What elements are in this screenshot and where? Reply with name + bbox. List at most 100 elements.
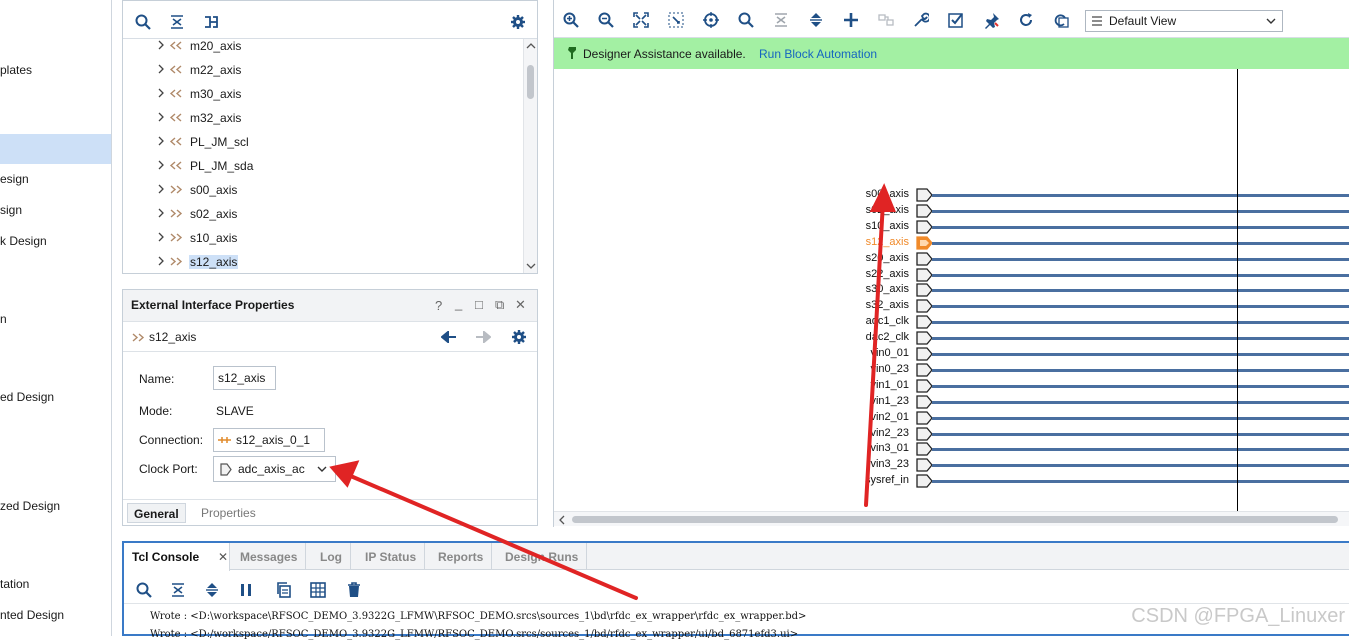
- help-icon[interactable]: ?: [435, 298, 442, 313]
- close-icon[interactable]: ✕: [515, 297, 526, 313]
- port-wire[interactable]: [932, 369, 1349, 372]
- port-adc1-clk[interactable]: adc1_clk: [554, 315, 1349, 329]
- port-wire[interactable]: [932, 210, 1349, 213]
- port-wire[interactable]: [932, 321, 1349, 324]
- tree-item-s12-axis[interactable]: s12_axis: [123, 251, 523, 273]
- flow-item-templates[interactable]: plates: [0, 63, 32, 77]
- scrollbar-thumb[interactable]: [527, 65, 534, 99]
- flow-item-elaborated-design[interactable]: ed Design: [0, 390, 54, 404]
- tree-item-m22-axis[interactable]: m22_axis: [123, 59, 523, 81]
- tab-ip-status[interactable]: IP Status: [357, 543, 425, 570]
- chevron-right-icon[interactable]: [157, 39, 165, 51]
- port-wire[interactable]: [932, 417, 1349, 420]
- chevron-right-icon[interactable]: [157, 207, 165, 219]
- port-vin3-01[interactable]: vin3_01: [554, 442, 1349, 456]
- tab-messages[interactable]: Messages: [232, 543, 306, 570]
- port-vin2-23[interactable]: vin2_23: [554, 427, 1349, 441]
- copy-icon[interactable]: [276, 582, 292, 598]
- zoom-area-icon[interactable]: [668, 12, 684, 28]
- chevron-right-icon[interactable]: [157, 87, 165, 99]
- port-wire[interactable]: [932, 258, 1349, 261]
- forward-arrow-icon[interactable]: [475, 331, 491, 343]
- pause-icon[interactable]: [238, 582, 254, 598]
- float-icon[interactable]: ⧉: [495, 297, 504, 313]
- validate-icon[interactable]: [948, 12, 964, 28]
- expand-all-icon[interactable]: [204, 582, 220, 598]
- port-s02-axis[interactable]: s02_axis: [554, 204, 1349, 218]
- tab-log[interactable]: Log: [312, 543, 351, 570]
- port-wire[interactable]: [932, 274, 1349, 277]
- scrollbar-thumb[interactable]: [572, 516, 1338, 523]
- port-wire[interactable]: [932, 194, 1349, 197]
- chevron-right-icon[interactable]: [157, 159, 165, 171]
- port-vin1-23[interactable]: vin1_23: [554, 395, 1349, 409]
- chevron-down-icon[interactable]: [1266, 18, 1276, 25]
- collapse-all-icon[interactable]: [170, 582, 186, 598]
- tab-reports[interactable]: Reports: [430, 543, 492, 570]
- target-icon[interactable]: [703, 12, 719, 28]
- port-vin1-01[interactable]: vin1_01: [554, 379, 1349, 393]
- view-select[interactable]: Default View: [1085, 10, 1283, 32]
- search-icon[interactable]: [136, 582, 152, 598]
- hierarchy-icon[interactable]: [201, 12, 221, 32]
- flow-item-simulation[interactable]: n: [0, 312, 7, 326]
- port-wire[interactable]: [932, 305, 1349, 308]
- port-vin3-23[interactable]: vin3_23: [554, 458, 1349, 472]
- port-sysref-in[interactable]: sysref_in: [554, 474, 1349, 488]
- port-wire[interactable]: [932, 464, 1349, 467]
- port-vin2-01[interactable]: vin2_01: [554, 411, 1349, 425]
- flow-item-implemented-design[interactable]: nted Design: [0, 608, 64, 622]
- tree-item-s10-axis[interactable]: s10_axis: [123, 227, 523, 249]
- tree-item-m30-axis[interactable]: m30_axis: [123, 83, 523, 105]
- tree-item-s02-axis[interactable]: s02_axis: [123, 203, 523, 225]
- collapse-all-icon[interactable]: [167, 12, 187, 32]
- tree-item-m32-axis[interactable]: m32_axis: [123, 107, 523, 129]
- run-block-automation-link[interactable]: Run Block Automation: [759, 47, 877, 61]
- tab-general[interactable]: General: [127, 503, 186, 523]
- flow-item-design-2[interactable]: sign: [0, 203, 22, 217]
- chevron-right-icon[interactable]: [157, 255, 165, 267]
- close-icon[interactable]: ✕: [218, 550, 228, 564]
- port-wire[interactable]: [932, 480, 1349, 483]
- port-wire[interactable]: [932, 448, 1349, 451]
- tree-item-pl-jm-sda[interactable]: PL_JM_sda: [123, 155, 523, 177]
- flow-navigator-selection[interactable]: [0, 134, 111, 164]
- port-wire[interactable]: [932, 289, 1349, 292]
- port-dac2-clk[interactable]: dac2_clk: [554, 331, 1349, 345]
- flow-item-block-design[interactable]: k Design: [0, 234, 47, 248]
- chevron-right-icon[interactable]: [157, 111, 165, 123]
- tab-design-runs[interactable]: Design Runs: [497, 543, 587, 570]
- chevron-right-icon[interactable]: [157, 231, 165, 243]
- tree-item-m20-axis[interactable]: m20_axis: [123, 35, 523, 57]
- tab-properties[interactable]: Properties: [195, 503, 262, 523]
- maximize-icon[interactable]: □: [475, 297, 483, 312]
- chevron-down-icon[interactable]: [526, 262, 536, 270]
- expand-icon[interactable]: [808, 12, 824, 28]
- name-field[interactable]: s12_axis: [213, 366, 276, 390]
- chevron-left-icon[interactable]: [558, 515, 566, 525]
- port-s12-axis[interactable]: s12_axis: [554, 236, 1349, 250]
- chevron-right-icon[interactable]: [157, 183, 165, 195]
- wrench-icon[interactable]: [913, 12, 929, 28]
- port-s00-axis[interactable]: s00_axis: [554, 188, 1349, 202]
- chevron-right-icon[interactable]: [157, 63, 165, 75]
- minimize-icon[interactable]: _: [455, 296, 462, 311]
- flow-item-implementation[interactable]: tation: [0, 577, 29, 591]
- port-s10-axis[interactable]: s10_axis: [554, 220, 1349, 234]
- port-wire[interactable]: [932, 337, 1349, 340]
- vertical-scrollbar[interactable]: [523, 39, 537, 273]
- chevron-right-icon[interactable]: [157, 135, 165, 147]
- port-wire[interactable]: [932, 433, 1349, 436]
- add-ip-icon[interactable]: [843, 12, 859, 28]
- zoom-out-icon[interactable]: [598, 12, 614, 28]
- connection-field[interactable]: s12_axis_0_1: [213, 428, 325, 452]
- search-icon[interactable]: [738, 12, 754, 28]
- tree-item-pl-jm-scl[interactable]: PL_JM_scl: [123, 131, 523, 153]
- port-s30-axis[interactable]: s30_axis: [554, 283, 1349, 297]
- collapse-icon[interactable]: [773, 12, 789, 28]
- port-wire[interactable]: [932, 385, 1349, 388]
- zoom-in-icon[interactable]: [563, 12, 579, 28]
- clock-port-select[interactable]: adc_axis_ac: [213, 456, 336, 482]
- flow-item-design-1[interactable]: esign: [0, 172, 29, 186]
- horizontal-scrollbar[interactable]: [554, 511, 1349, 526]
